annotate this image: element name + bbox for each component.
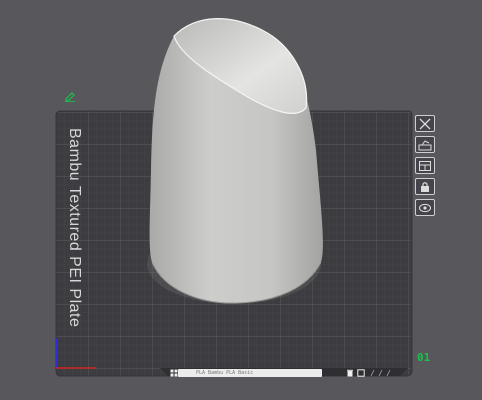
delete-plate-button[interactable] [415,115,435,132]
filament-field[interactable]: PLA Bambu PLA Basic [178,369,322,377]
edit-plate-name-icon[interactable] [64,92,76,102]
plate-type-label: Bambu Textured PEI Plate [66,128,83,328]
auto-orient-button[interactable] [415,136,435,153]
grid-icon[interactable] [170,369,178,377]
arrange-icon [419,160,431,171]
eye-icon [419,203,431,212]
lock-plate-button[interactable] [415,178,435,195]
bottom-plate-bar: PLA Bambu PLA Basic [168,368,400,378]
trash-icon[interactable] [346,369,354,377]
slash-icons [370,370,391,376]
orient-icon [418,139,432,150]
arrange-button[interactable] [415,157,435,174]
lock-icon [421,181,429,192]
close-icon [419,118,431,129]
plate-number: 01 [417,351,431,364]
plate-toolbar [415,115,435,216]
plate-settings-button[interactable] [415,199,435,216]
square-icon[interactable] [357,369,365,377]
model-shoe-vase[interactable] [147,18,323,304]
